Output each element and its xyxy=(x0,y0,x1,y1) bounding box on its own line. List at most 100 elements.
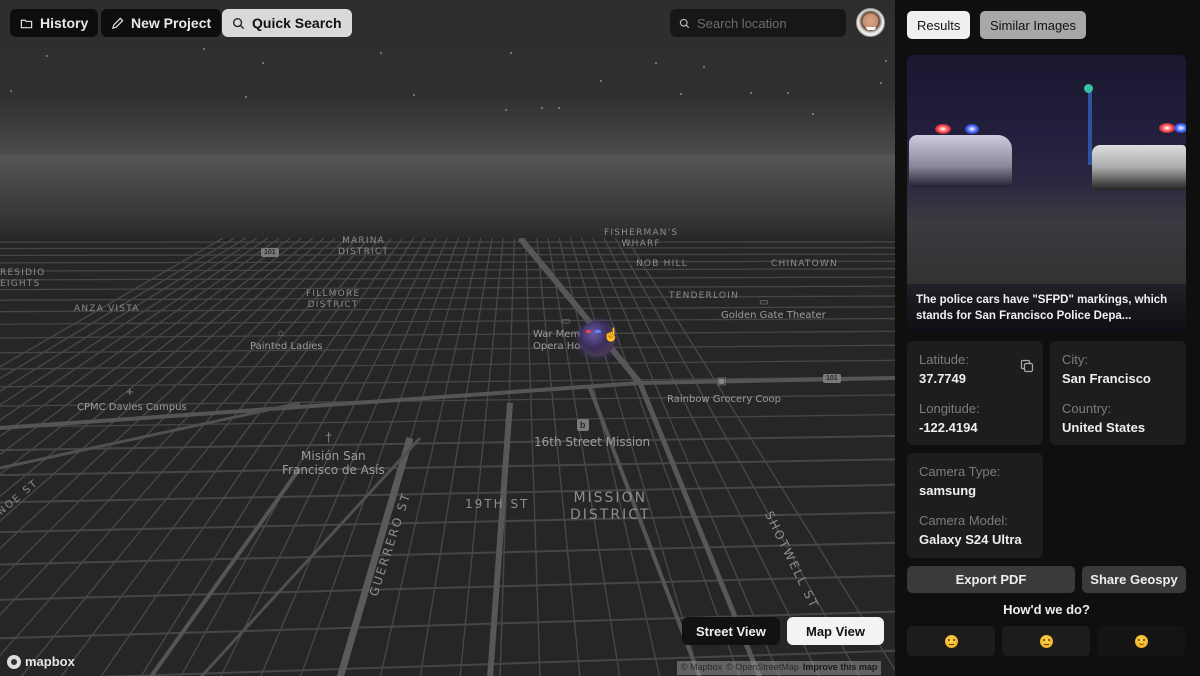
search-icon xyxy=(679,18,690,28)
coordinates-card: Latitude: 37.7749 Longitude: -122.4194 xyxy=(907,341,1043,445)
neutral-face-icon xyxy=(1039,634,1053,648)
new-project-label: New Project xyxy=(131,15,212,31)
road xyxy=(0,330,895,339)
relieved-face-icon xyxy=(944,634,958,648)
star xyxy=(680,93,682,95)
siren-red xyxy=(1159,123,1175,133)
attribution-mapbox-link[interactable]: © Mapbox xyxy=(681,662,722,674)
country-value: United States xyxy=(1062,420,1146,435)
feedback-button-relieved[interactable] xyxy=(907,626,995,656)
road xyxy=(0,413,895,428)
map-label-presidio-heights: RESIDIO EIGHTS xyxy=(0,268,46,289)
road xyxy=(580,238,741,676)
star xyxy=(655,62,657,64)
church-icon: † xyxy=(325,430,333,445)
share-geospy-button[interactable]: Share Geospy xyxy=(1082,566,1186,593)
road xyxy=(592,238,780,676)
road xyxy=(517,238,643,385)
highway-101-shield: 101 xyxy=(261,248,279,257)
mapbox-logo-icon xyxy=(7,654,21,669)
road xyxy=(487,402,513,676)
star xyxy=(10,90,12,92)
camera-type-value: samsung xyxy=(919,483,977,498)
map-label-painted-ladies: Painted Ladies xyxy=(250,341,323,352)
police-car xyxy=(1092,145,1186,190)
mapbox-logo[interactable]: mapbox xyxy=(7,654,75,669)
tab-similar-images[interactable]: Similar Images xyxy=(980,11,1086,39)
star xyxy=(600,80,602,82)
map-label-rainbow-grocery: Rainbow Grocery Coop xyxy=(667,394,781,405)
longitude-label: Longitude: xyxy=(919,401,980,416)
road xyxy=(0,238,291,456)
road xyxy=(0,541,895,566)
star xyxy=(885,60,887,62)
history-button[interactable]: History xyxy=(10,9,99,37)
feedback-button-smile[interactable] xyxy=(1097,626,1185,656)
map-label-anza-vista: ANZA VISTA xyxy=(74,304,140,314)
road xyxy=(0,253,895,257)
road xyxy=(569,238,701,676)
star xyxy=(380,52,382,54)
siren-red xyxy=(935,124,951,134)
history-label: History xyxy=(40,15,89,31)
hospital-icon: + xyxy=(126,384,134,399)
map-label-marina-district: MARINA DISTRICT xyxy=(338,236,390,257)
improve-map-link[interactable]: Improve this map xyxy=(803,662,878,674)
highway-101-shield: 101 xyxy=(823,374,841,383)
city-value: San Francisco xyxy=(1062,371,1151,386)
camera-model-value: Galaxy S24 Ultra xyxy=(919,532,1022,547)
transit-icon: b xyxy=(577,419,589,431)
map-label-fishermans-wharf: FISHERMAN'S WHARF xyxy=(604,228,679,249)
road xyxy=(0,359,895,370)
camera-card: Camera Type: samsung Camera Model: Galax… xyxy=(907,453,1043,558)
star xyxy=(46,55,48,57)
city-label: City: xyxy=(1062,352,1088,367)
camera-model-label: Camera Model: xyxy=(919,513,1008,528)
star xyxy=(505,109,507,111)
road xyxy=(0,344,895,354)
siren-blue xyxy=(1174,123,1186,133)
star xyxy=(262,62,264,64)
app: RESIDIO EIGHTS MARINA DISTRICT FISHERMAN… xyxy=(0,0,1200,676)
new-project-button[interactable]: New Project xyxy=(101,9,222,37)
star xyxy=(880,82,882,84)
road xyxy=(0,247,895,250)
pencil-icon xyxy=(111,17,124,29)
map-label-tenderloin: TENDERLOIN xyxy=(669,291,739,301)
star xyxy=(558,107,560,109)
photo-caption: The police cars have "SFPD" markings, wh… xyxy=(907,283,1186,333)
attribution-osm-link[interactable]: © OpenStreetMap xyxy=(726,662,799,674)
map-view-button[interactable]: Map View xyxy=(787,617,884,645)
street-view-button[interactable]: Street View xyxy=(682,617,780,645)
location-search[interactable] xyxy=(670,9,846,37)
traffic-light xyxy=(1084,84,1093,93)
longitude-value: -122.4194 xyxy=(919,420,978,435)
road xyxy=(0,260,895,264)
road xyxy=(614,238,860,676)
export-pdf-button[interactable]: Export PDF xyxy=(907,566,1075,593)
results-panel: Results Similar Images The police cars h… xyxy=(895,0,1200,676)
map-label-mission-district: MISSION DISTRICT xyxy=(570,490,651,523)
user-avatar[interactable] xyxy=(856,8,885,37)
map-view[interactable]: RESIDIO EIGHTS MARINA DISTRICT FISHERMAN… xyxy=(0,0,895,676)
map-label-chinatown: CHINATOWN xyxy=(771,259,838,269)
slightly-smiling-face-icon xyxy=(1134,634,1148,648)
map-label-golden-gate-theater: Golden Gate Theater xyxy=(721,310,826,321)
tab-results[interactable]: Results xyxy=(907,11,971,39)
location-search-input[interactable] xyxy=(697,15,837,31)
copy-icon[interactable] xyxy=(1020,359,1034,373)
folder-icon xyxy=(20,19,33,28)
map-label-16th-street-mission: 16th Street Mission xyxy=(534,435,651,449)
star xyxy=(750,92,752,94)
map-label-19th-st: 19TH ST xyxy=(465,497,530,511)
star xyxy=(413,94,415,96)
result-photo[interactable]: The police cars have "SFPD" markings, wh… xyxy=(907,55,1186,333)
map-attribution: © Mapbox © OpenStreetMap Improve this ma… xyxy=(677,661,882,675)
quick-search-button[interactable]: Quick Search xyxy=(222,9,352,37)
landmark-icon: ⌂ xyxy=(278,328,285,339)
camera-type-label: Camera Type: xyxy=(919,464,1001,479)
latitude-value: 37.7749 xyxy=(919,371,966,386)
search-icon xyxy=(232,17,245,29)
place-card: City: San Francisco Country: United Stat… xyxy=(1050,341,1186,445)
feedback-button-neutral[interactable] xyxy=(1002,626,1090,656)
